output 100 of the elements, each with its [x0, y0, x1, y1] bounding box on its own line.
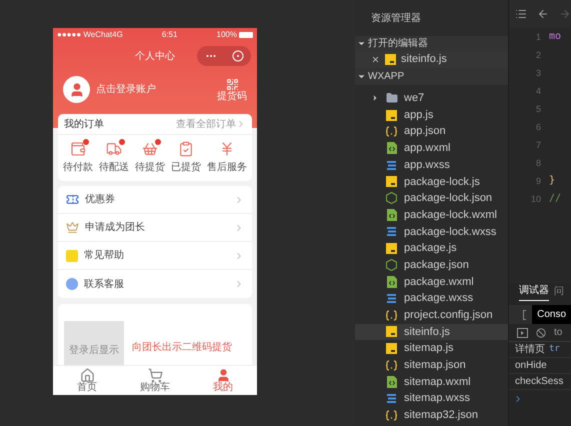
section-header[interactable]: WXAPP: [355, 68, 508, 85]
capsule-menu[interactable]: [197, 46, 251, 66]
line-number: 4: [536, 85, 541, 98]
collapse-caret-icon: [357, 72, 366, 81]
line-number: 7: [536, 139, 541, 152]
file-tree-item[interactable]: sitemap.js: [355, 340, 508, 357]
code-file-icon: [386, 142, 396, 154]
wallet-icon: [70, 141, 86, 157]
file-tree-item[interactable]: package.wxml: [355, 274, 508, 290]
home-icon: [80, 368, 94, 383]
basket-icon: [142, 141, 158, 157]
qr-label: 提货码: [217, 90, 247, 102]
line-number: 10: [530, 193, 541, 206]
style-file-icon: [386, 226, 397, 238]
back-icon[interactable]: [537, 8, 549, 20]
debugger-tab[interactable]: 问: [554, 284, 564, 301]
file-tree-item[interactable]: sitemap.json: [355, 357, 508, 374]
context-field[interactable]: to: [554, 325, 562, 340]
cart-icon: [148, 368, 162, 383]
file-tree-item[interactable]: app.js: [355, 106, 508, 124]
battery-icon: [238, 32, 253, 38]
file-tree-item[interactable]: package-lock.json: [355, 190, 508, 207]
crown-icon: [66, 221, 79, 234]
js-file-icon: [386, 343, 397, 354]
close-icon[interactable]: [371, 55, 380, 64]
user-silhouette-icon: [68, 82, 84, 98]
line-number: 6: [536, 121, 541, 134]
file-tree-item[interactable]: package-lock.wxml: [355, 206, 508, 224]
tab-bar-item[interactable]: 我的: [189, 366, 257, 395]
file-tree-item[interactable]: sitemap32.json: [355, 407, 508, 424]
order-status-item[interactable]: 售后服务: [207, 141, 247, 175]
explorer-title: 资源管理器: [370, 12, 422, 26]
console-tab[interactable]: Conso: [532, 305, 571, 324]
file-tree-item[interactable]: sitemap.wxss: [355, 390, 508, 408]
sidebar-toggle-icon[interactable]: [517, 328, 528, 338]
clear-icon[interactable]: [536, 328, 546, 338]
file-tree-item[interactable]: package.wxss: [355, 290, 508, 307]
close-target-icon: [232, 50, 244, 62]
style-file-icon: [386, 393, 397, 404]
hexagon-file-icon: [386, 259, 397, 272]
braces-file-icon: [385, 360, 398, 371]
section-header[interactable]: 打开的编辑器: [355, 36, 508, 51]
clipboard-check-icon: [178, 141, 194, 157]
js-file-icon: [386, 176, 397, 188]
line-number: 5: [536, 103, 541, 116]
file-tree-item[interactable]: sitemap.wxml: [355, 374, 508, 390]
braces-file-icon: [385, 310, 398, 321]
line-number: 2: [536, 49, 541, 62]
avatar[interactable]: [63, 76, 90, 103]
help-icon: [66, 250, 78, 262]
order-status-item[interactable]: 待配送: [99, 141, 129, 175]
hexagon-file-icon: [386, 192, 397, 204]
braces-file-icon: [385, 410, 398, 421]
file-tree-item[interactable]: package.json: [355, 256, 508, 274]
menu-item[interactable]: 常见帮助: [58, 242, 252, 270]
time-text: 6:51: [162, 29, 178, 41]
order-status-item[interactable]: 已提货: [171, 141, 201, 175]
tab-bar-item[interactable]: 首页: [53, 366, 121, 395]
tab-bar-item[interactable]: 购物车: [121, 366, 189, 395]
file-tree-item[interactable]: app.wxss: [355, 156, 508, 174]
js-file-icon: [385, 54, 396, 65]
folder-icon: [386, 92, 398, 104]
file-tree-item[interactable]: app.json: [355, 123, 508, 140]
line-number: 9: [536, 175, 541, 188]
console-log-line: 详情页 tr: [509, 342, 571, 358]
truck-icon: [106, 141, 122, 157]
file-tree-item[interactable]: package-lock.wxss: [355, 224, 508, 240]
page-title: 个人中心: [135, 50, 175, 64]
order-status-item[interactable]: 待提货: [135, 141, 165, 175]
orders-title: 我的订单: [64, 118, 104, 132]
qr-code-icon[interactable]: [226, 78, 238, 90]
js-file-icon: [386, 243, 397, 254]
style-file-icon: [386, 160, 397, 171]
menu-item[interactable]: 联系客服: [58, 270, 252, 298]
menu-item[interactable]: 优惠券: [58, 186, 252, 214]
order-status-item[interactable]: 待付款: [63, 141, 93, 175]
code-text: }: [549, 175, 556, 186]
line-number: 3: [536, 67, 541, 80]
carrier-text: ●●●●● WeChat4G: [57, 29, 123, 41]
file-tree-item[interactable]: we7: [355, 90, 508, 107]
ticket-icon: [66, 193, 79, 206]
file-tree-item[interactable]: package-lock.js: [355, 173, 508, 190]
service-icon: [66, 278, 78, 290]
file-tree-item[interactable]: package.js: [355, 240, 508, 257]
file-tree-item[interactable]: project.config.json: [355, 306, 508, 324]
code-file-icon: [386, 209, 396, 222]
line-number: 8: [536, 157, 541, 170]
code-text: //: [549, 193, 562, 204]
debugger-tab[interactable]: 调试器: [519, 283, 549, 301]
collapse-caret-icon: [357, 39, 366, 48]
braces-file-icon: [385, 126, 398, 138]
open-editor-item[interactable]: siteinfo.js: [355, 51, 508, 68]
file-tree-item[interactable]: siteinfo.js: [355, 324, 508, 340]
menu-item[interactable]: 申请成为团长: [58, 214, 252, 242]
js-file-icon: [386, 110, 397, 121]
pickup-hint: 向团长出示二维码提货: [132, 340, 232, 355]
file-tree-item[interactable]: app.wxml: [355, 140, 508, 157]
placeholder-text: 登录后显示: [69, 344, 119, 358]
style-file-icon: [386, 293, 397, 304]
code-file-icon: [386, 376, 396, 388]
